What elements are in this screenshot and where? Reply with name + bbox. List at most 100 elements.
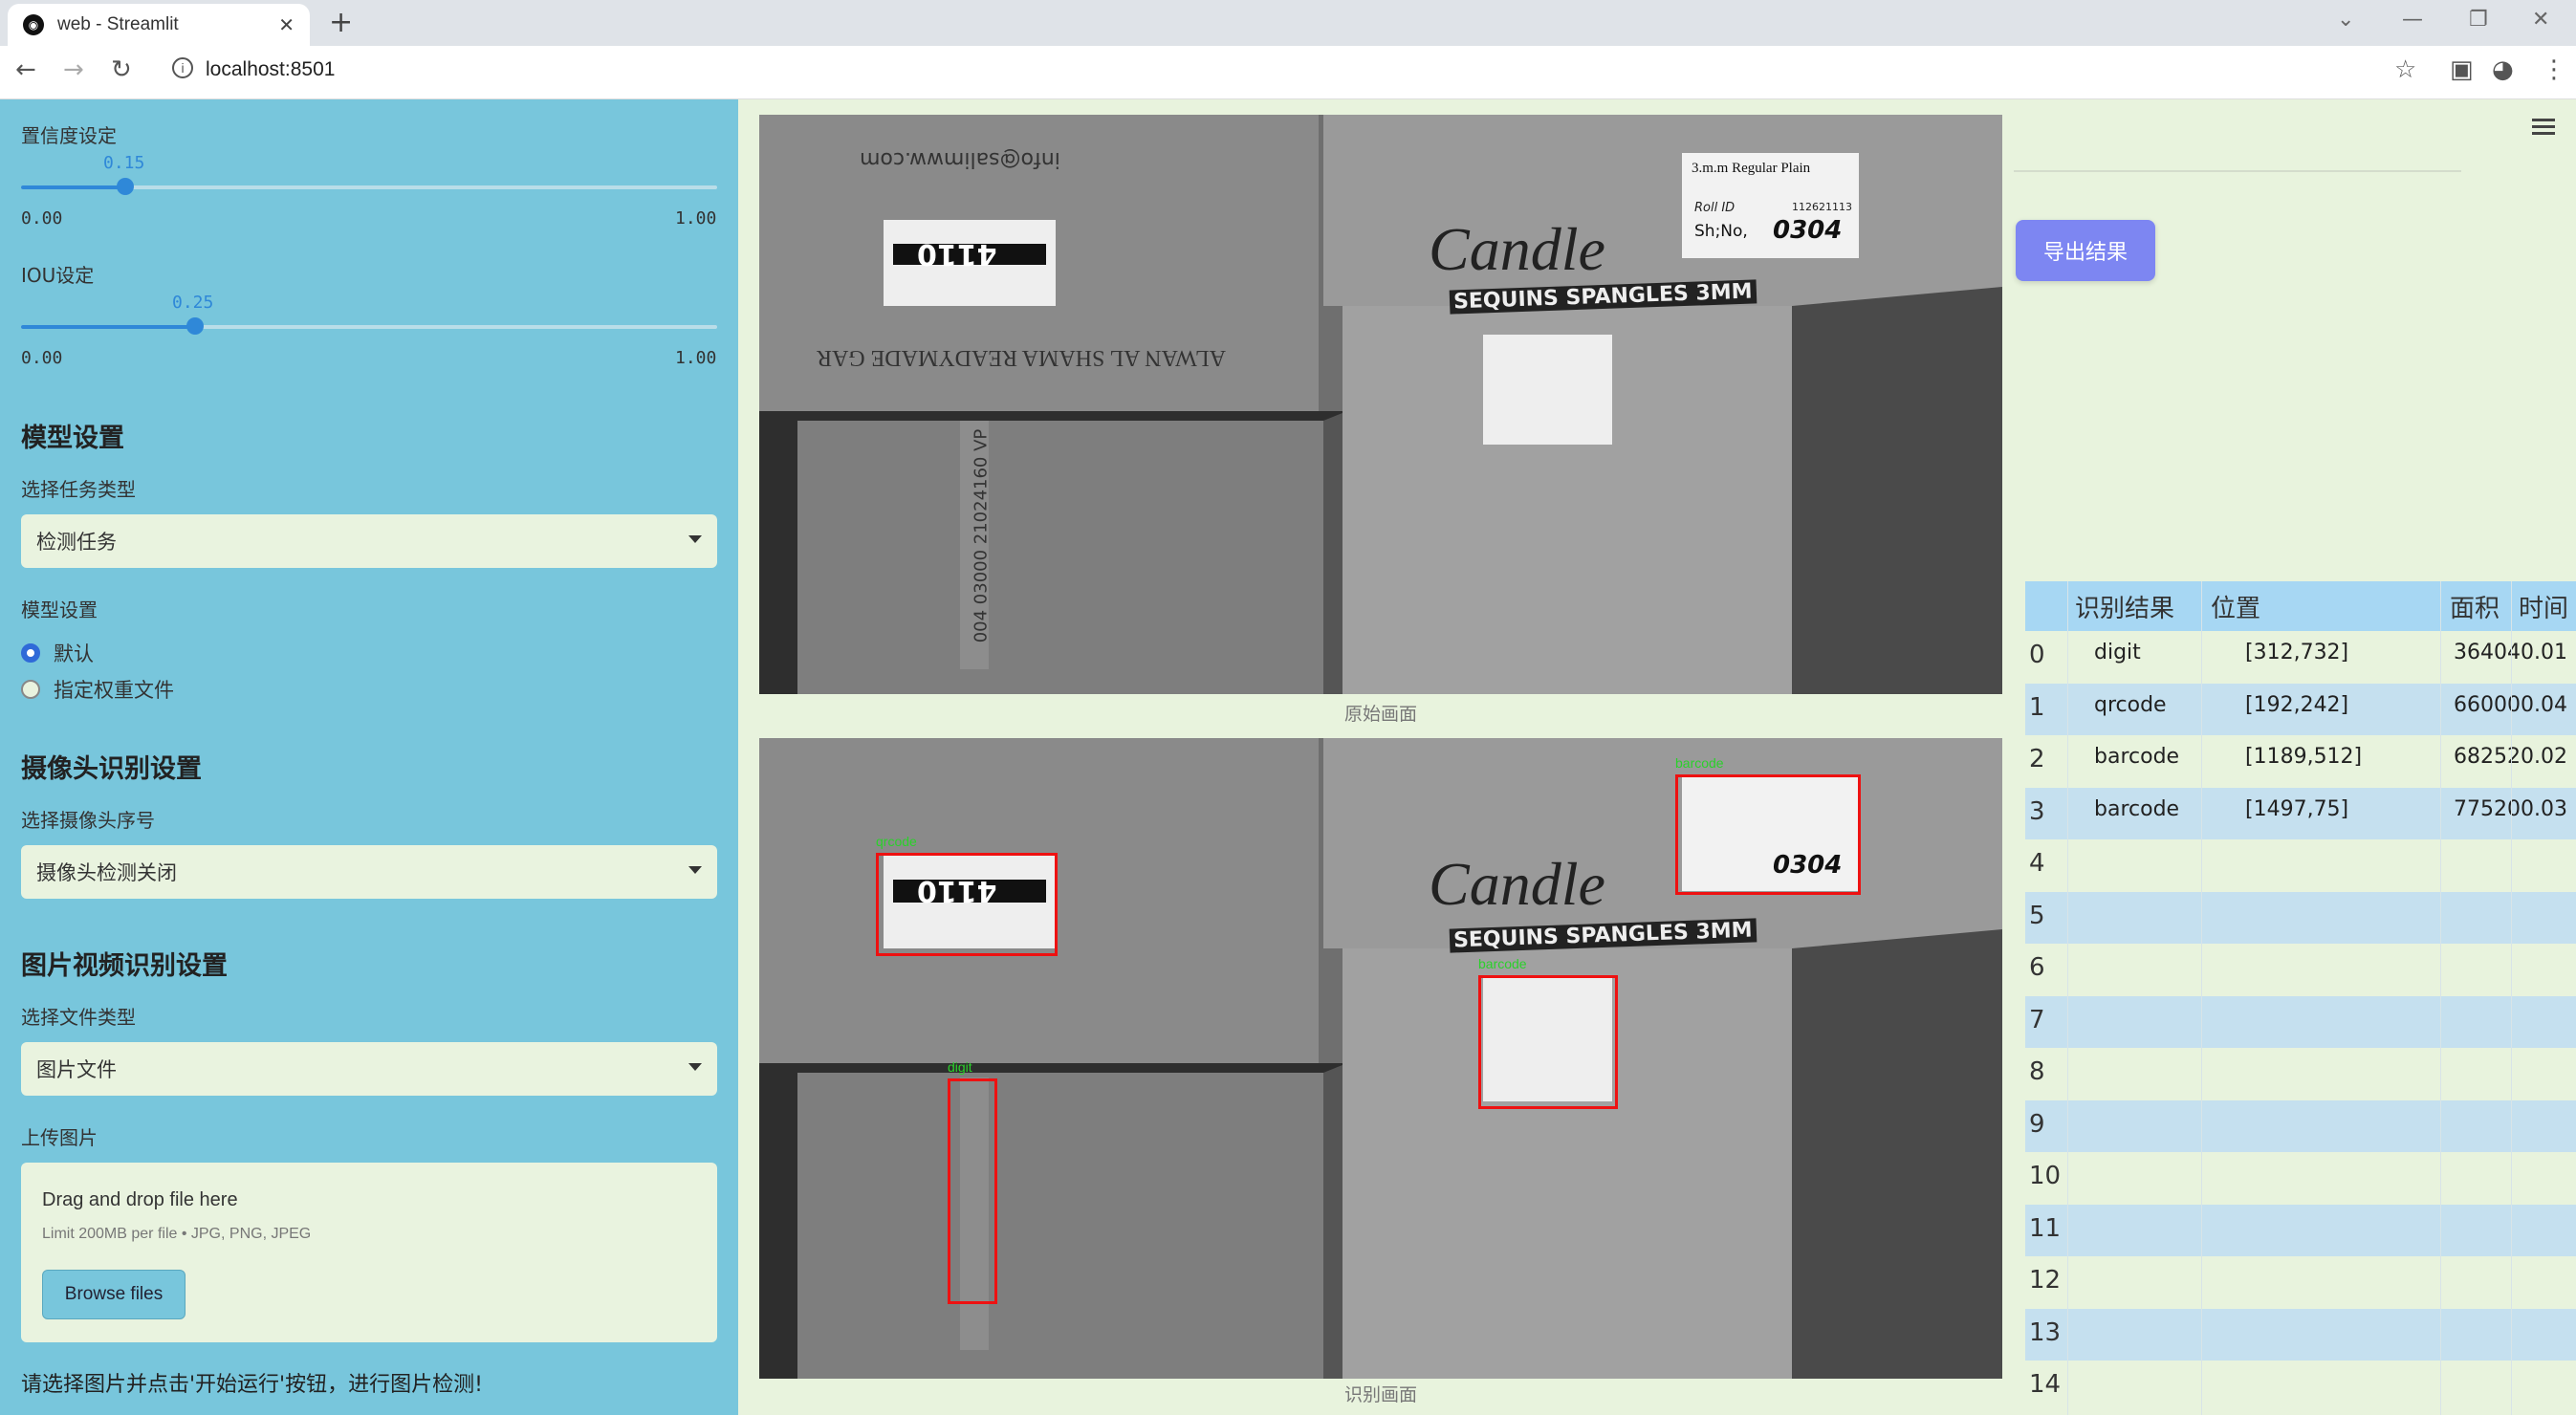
task-type-label: 选择任务类型 bbox=[21, 478, 136, 501]
cell-result: digit bbox=[2094, 641, 2141, 664]
task-type-select[interactable]: 检测任务 bbox=[21, 514, 717, 568]
iou-slider-thumb[interactable] bbox=[186, 317, 204, 335]
profile-icon[interactable]: ◕ bbox=[2492, 55, 2514, 84]
cell-position: [1497,75] bbox=[2245, 796, 2349, 821]
confidence-label: 置信度设定 bbox=[21, 124, 117, 147]
column-divider bbox=[2201, 581, 2202, 1415]
table-row[interactable]: 9 bbox=[2025, 1099, 2576, 1152]
radio-default[interactable]: 默认 bbox=[21, 639, 94, 667]
row-index: 13 bbox=[2029, 1317, 2062, 1347]
instruction-hint: 请选择图片并点击'开始运行'按钮，进行图片检测! bbox=[21, 1373, 483, 1397]
upload-title: Drag and drop file here bbox=[42, 1189, 238, 1210]
export-results-button[interactable]: 导出结果 bbox=[2016, 220, 2155, 281]
cell-result: barcode bbox=[2094, 796, 2180, 821]
confidence-min: 0.00 bbox=[21, 208, 63, 229]
row-index: 9 bbox=[2029, 1109, 2045, 1139]
table-row[interactable]: 4 bbox=[2025, 839, 2576, 892]
row-index: 8 bbox=[2029, 1057, 2045, 1086]
reload-icon[interactable]: ↻ bbox=[111, 55, 132, 84]
cell-time: 0.01 bbox=[2521, 641, 2567, 664]
table-row[interactable]: 14 bbox=[2025, 1361, 2576, 1413]
detection-label: qrcode bbox=[876, 834, 917, 849]
menu-kebab-icon[interactable]: ⋮ bbox=[2542, 55, 2566, 84]
confidence-slider-thumb[interactable] bbox=[117, 178, 135, 195]
table-row[interactable]: 5 bbox=[2025, 891, 2576, 944]
iou-slider-fill bbox=[21, 325, 195, 329]
side-panel-icon[interactable]: ▣ bbox=[2450, 55, 2474, 84]
window-close-icon[interactable]: ✕ bbox=[2532, 8, 2549, 32]
tab-search-icon[interactable]: ⌄ bbox=[2337, 8, 2354, 32]
table-row[interactable]: 10 bbox=[2025, 1152, 2576, 1205]
header-position[interactable]: 位置 bbox=[2211, 589, 2260, 624]
detection-label: barcode bbox=[1478, 956, 1527, 971]
results-table[interactable]: 识别结果 位置 面积 时间 0 digit [312,732] 36404 0.01 1 q… bbox=[2025, 581, 2576, 1415]
table-row[interactable]: 11 bbox=[2025, 1204, 2576, 1256]
radio-custom-label: 指定权重文件 bbox=[54, 679, 174, 702]
browse-files-button[interactable]: Browse files bbox=[42, 1270, 186, 1319]
table-row[interactable]: 13 bbox=[2025, 1308, 2576, 1361]
close-tab-icon[interactable]: ✕ bbox=[278, 13, 295, 36]
restore-icon[interactable]: ❐ bbox=[2469, 8, 2488, 32]
scene-code: 4110 bbox=[917, 237, 997, 271]
confidence-slider[interactable] bbox=[21, 178, 717, 195]
column-divider bbox=[2511, 581, 2512, 1415]
iou-value: 0.25 bbox=[172, 293, 214, 313]
camera-select[interactable]: 摄像头检测关闭 bbox=[21, 845, 717, 899]
radio-checked-icon[interactable] bbox=[21, 643, 40, 663]
column-divider bbox=[2067, 581, 2068, 1415]
table-row[interactable]: 3 barcode [1497,75] 77520 0.03 bbox=[2025, 787, 2576, 839]
file-type-select[interactable]: 图片文件 bbox=[21, 1042, 717, 1096]
row-index: 4 bbox=[2029, 849, 2045, 878]
minimize-icon[interactable]: — bbox=[2402, 8, 2423, 32]
header-result[interactable]: 识别结果 bbox=[2075, 589, 2174, 624]
scene-label-text: 3.m.m Regular Plain bbox=[1692, 161, 1811, 176]
column-divider bbox=[2440, 581, 2441, 1415]
detection-label: digit bbox=[948, 1059, 972, 1075]
back-icon[interactable]: ← bbox=[15, 55, 36, 84]
forward-icon[interactable]: → bbox=[63, 55, 84, 84]
detection-label: barcode bbox=[1675, 755, 1724, 771]
radio-custom-weights[interactable]: 指定权重文件 bbox=[21, 675, 174, 704]
header-area[interactable]: 面积 bbox=[2450, 589, 2500, 624]
table-row[interactable]: 12 bbox=[2025, 1256, 2576, 1309]
header-time[interactable]: 时间 bbox=[2519, 589, 2568, 624]
table-row[interactable]: 7 bbox=[2025, 995, 2576, 1048]
detection-box-barcode bbox=[1478, 975, 1618, 1109]
file-uploader-dropzone[interactable]: Drag and drop file here Limit 200MB per … bbox=[21, 1163, 717, 1342]
detection-box-digit bbox=[948, 1078, 997, 1304]
streamlit-favicon-icon: ◉ bbox=[23, 14, 44, 35]
scene-number: 0304 bbox=[1773, 216, 1843, 245]
tab-strip: ◉ web - Streamlit ✕ + ⌄ — ❐ ✕ bbox=[0, 0, 2576, 46]
bookmark-star-icon[interactable]: ☆ bbox=[2394, 55, 2416, 84]
scene-alwan: ALWAN AL SHAMA READYMADE GAR bbox=[817, 345, 1227, 370]
scene-roll-id: Roll ID bbox=[1694, 201, 1736, 215]
cell-position: [1189,512] bbox=[2245, 745, 2363, 769]
table-row[interactable]: 0 digit [312,732] 36404 0.01 bbox=[2025, 631, 2576, 684]
row-index: 11 bbox=[2029, 1213, 2062, 1243]
app-menu-icon[interactable] bbox=[2532, 119, 2555, 136]
url-text[interactable]: localhost:8501 bbox=[206, 58, 335, 81]
divider bbox=[2014, 170, 2461, 172]
iou-max: 1.00 bbox=[675, 348, 717, 368]
row-index: 5 bbox=[2029, 901, 2045, 930]
site-info-icon[interactable]: i bbox=[172, 57, 193, 78]
browser-chrome: ◉ web - Streamlit ✕ + ⌄ — ❐ ✕ ← → ↻ i lo… bbox=[0, 0, 2576, 99]
table-row[interactable]: 6 bbox=[2025, 944, 2576, 996]
table-row[interactable]: 8 bbox=[2025, 1048, 2576, 1100]
iou-label: IOU设定 bbox=[21, 264, 95, 287]
new-tab-icon[interactable]: + bbox=[329, 6, 353, 39]
table-row[interactable]: 1 qrcode [192,242] 66000 0.04 bbox=[2025, 683, 2576, 735]
cell-position: [312,732] bbox=[2245, 641, 2349, 664]
scene-candle: Candle bbox=[1429, 215, 1605, 283]
chevron-down-icon bbox=[688, 535, 702, 543]
browser-tab[interactable]: ◉ web - Streamlit ✕ bbox=[8, 4, 310, 46]
upload-limit: Limit 200MB per file • JPG, PNG, JPEG bbox=[42, 1226, 312, 1242]
cell-time: 0.02 bbox=[2521, 745, 2567, 769]
cell-time: 0.03 bbox=[2521, 796, 2567, 821]
camera-select-value: 摄像头检测关闭 bbox=[36, 861, 177, 884]
iou-slider[interactable] bbox=[21, 317, 717, 335]
cell-time: 0.04 bbox=[2521, 692, 2567, 717]
table-row[interactable]: 2 barcode [1189,512] 68252 0.02 bbox=[2025, 735, 2576, 788]
radio-unchecked-icon[interactable] bbox=[21, 680, 40, 699]
file-type-label: 选择文件类型 bbox=[21, 1006, 136, 1029]
